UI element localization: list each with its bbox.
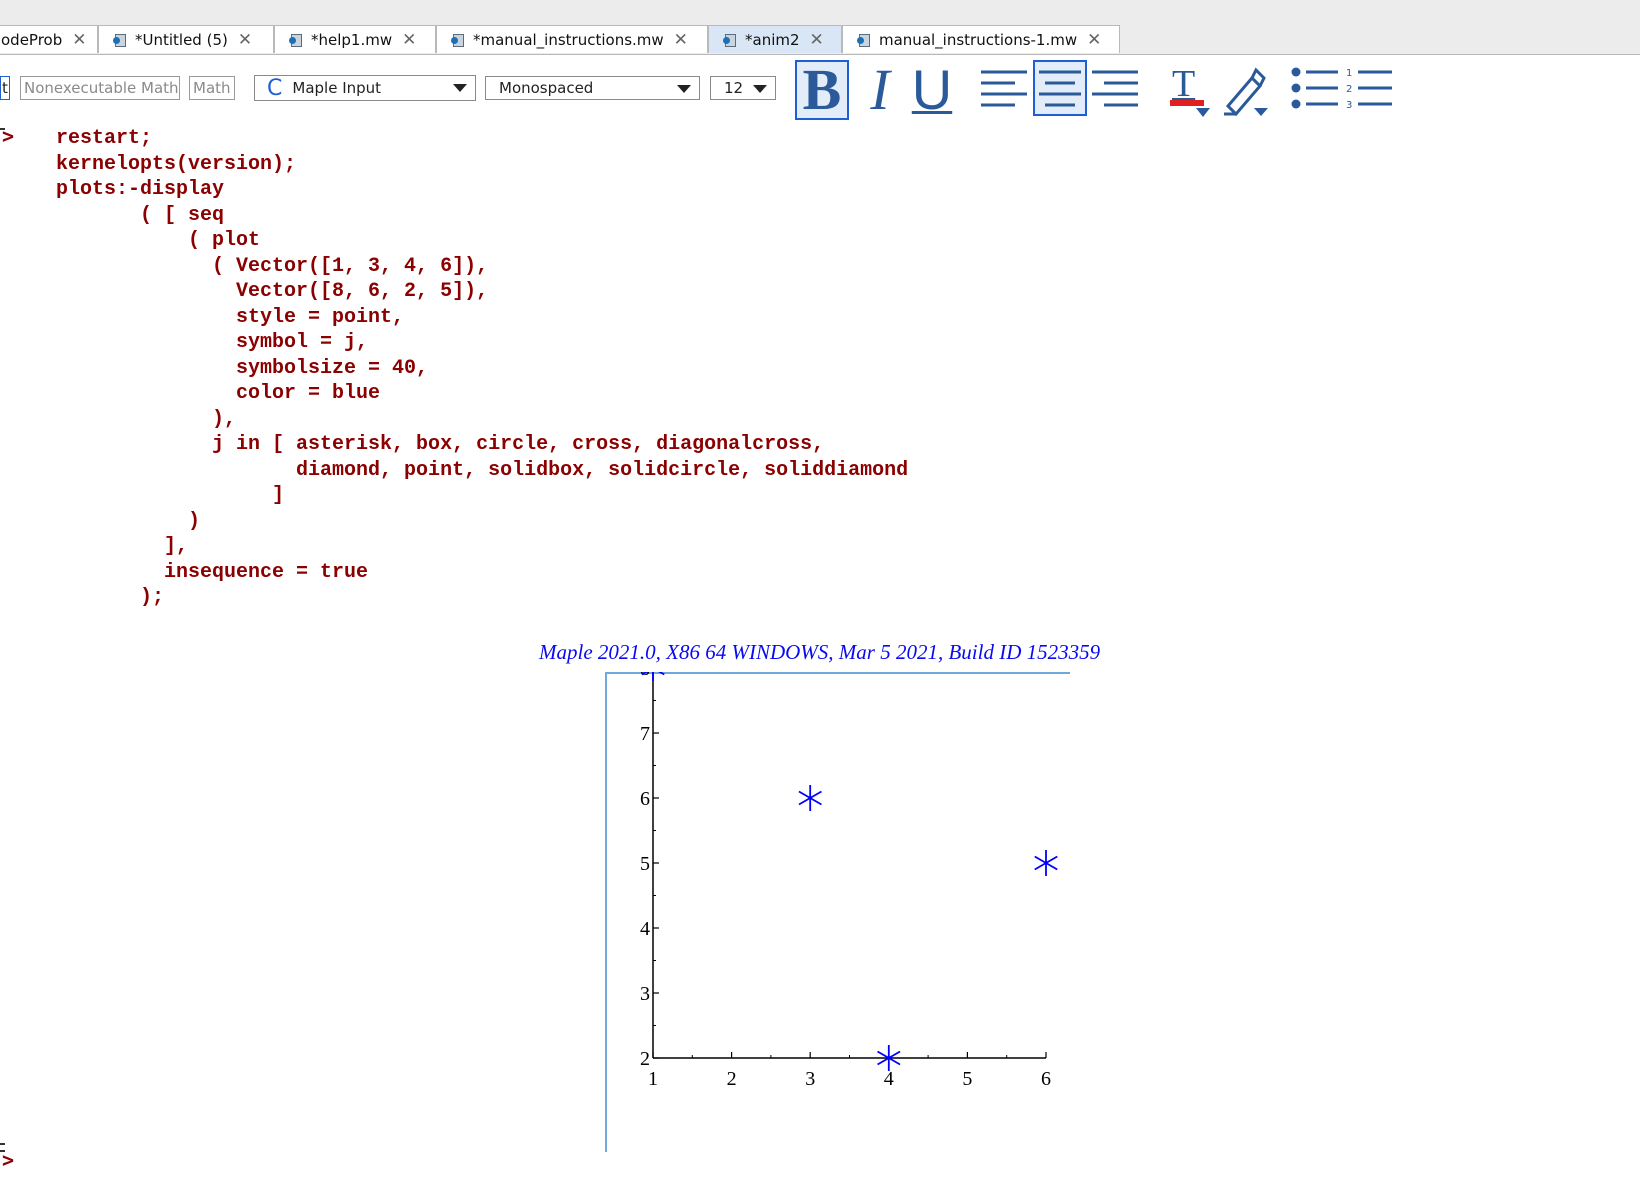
- y-tick-label: 3: [640, 983, 650, 1005]
- bold-button[interactable]: B: [795, 60, 849, 120]
- italic-icon: I: [870, 57, 890, 122]
- x-tick-label: 2: [727, 1068, 737, 1090]
- nonexecutable-math-label: Nonexecutable Math: [24, 79, 179, 97]
- tab-odeprob[interactable]: odeProb ✕: [0, 25, 98, 53]
- highlight-icon: [1224, 67, 1268, 117]
- math-mode-label: Math: [193, 79, 231, 97]
- text-mode-label: t: [2, 79, 8, 97]
- y-tick-label: 5: [640, 853, 650, 875]
- font-size-select[interactable]: 12: [710, 76, 776, 100]
- align-right-icon: [1092, 70, 1138, 107]
- chevron-down-icon: [753, 85, 767, 93]
- x-tick-label: 5: [962, 1068, 972, 1090]
- bullet-list-button[interactable]: [1288, 62, 1342, 114]
- chevron-down-icon: [677, 85, 691, 93]
- text-color-swatch: [1170, 100, 1204, 106]
- align-left-button[interactable]: [978, 62, 1030, 114]
- svg-text:1: 1: [1346, 68, 1352, 79]
- scatter-plot[interactable]: 1234562345678: [605, 655, 1075, 1152]
- style-select-value: Maple Input: [292, 79, 382, 97]
- x-tick-label: 6: [1041, 1068, 1051, 1090]
- close-icon[interactable]: ✕: [1087, 30, 1101, 50]
- y-tick-label: 6: [640, 788, 650, 810]
- tab-label: *help1.mw: [311, 30, 393, 49]
- format-toolbar: t Nonexecutable Math Math C Maple Input …: [0, 55, 1640, 125]
- nonexecutable-math-button[interactable]: Nonexecutable Math: [20, 76, 180, 100]
- highlight-button[interactable]: [1218, 60, 1270, 120]
- close-icon[interactable]: ✕: [238, 30, 252, 50]
- document-tab-bar: odeProb ✕ *Untitled (5) ✕ *help1.mw ✕ *m…: [0, 0, 1640, 55]
- close-icon[interactable]: ✕: [72, 30, 86, 50]
- style-select[interactable]: C Maple Input: [254, 75, 476, 101]
- svg-text:2: 2: [1346, 84, 1352, 95]
- next-input-prompt[interactable]: >: [2, 1148, 14, 1172]
- font-select[interactable]: Monospaced: [485, 76, 700, 100]
- align-center-icon: [1039, 70, 1081, 107]
- align-right-button[interactable]: [1089, 62, 1141, 114]
- align-left-icon: [981, 70, 1027, 107]
- data-point: [1034, 850, 1058, 876]
- version-output: Maple 2021.0, X86 64 WINDOWS, Mar 5 2021…: [539, 640, 1101, 664]
- tab-label: manual_instructions-1.mw: [879, 30, 1078, 49]
- tab-help1[interactable]: *help1.mw ✕: [274, 25, 436, 53]
- tab-untitled-5[interactable]: *Untitled (5) ✕: [98, 25, 274, 53]
- numbered-list-button[interactable]: 1 2 3: [1342, 62, 1396, 114]
- tab-label: *manual_instructions.mw: [473, 30, 664, 49]
- underline-icon: U: [911, 58, 953, 121]
- svg-text:3: 3: [1346, 100, 1352, 111]
- tab-label: odeProb: [1, 30, 63, 49]
- input-prompt[interactable]: >: [2, 124, 14, 148]
- maple-document-icon: [289, 33, 303, 47]
- data-point: [798, 785, 822, 811]
- maple-document-icon: [723, 33, 737, 47]
- tab-manual-instructions[interactable]: *manual_instructions.mw ✕: [436, 25, 708, 53]
- tab-label: *anim2: [745, 30, 800, 49]
- tab-anim2[interactable]: *anim2 ✕: [708, 25, 842, 53]
- bold-icon: B: [802, 57, 842, 122]
- maple-document-icon: [113, 33, 127, 47]
- text-mode-button[interactable]: t: [0, 76, 10, 100]
- x-tick-label: 4: [884, 1068, 894, 1090]
- close-icon[interactable]: ✕: [810, 30, 824, 50]
- bullet-list-icon: [1291, 67, 1338, 109]
- maple-document-icon: [451, 33, 465, 47]
- close-icon[interactable]: ✕: [402, 30, 416, 50]
- text-color-button[interactable]: T: [1163, 60, 1213, 120]
- numbered-list-icon: 1 2 3: [1346, 68, 1392, 111]
- font-size-value: 12: [724, 79, 744, 97]
- tab-manual-instructions-1[interactable]: manual_instructions-1.mw ✕: [842, 25, 1120, 53]
- x-tick-label: 1: [648, 1068, 658, 1090]
- maple-document-icon: [857, 33, 871, 47]
- math-mode-button[interactable]: Math: [189, 76, 235, 100]
- y-tick-label: 4: [640, 918, 650, 940]
- italic-button[interactable]: I: [857, 60, 903, 120]
- plot-region[interactable]: 1234562345678: [605, 655, 1075, 1156]
- underline-button[interactable]: U: [905, 60, 959, 120]
- character-style-icon: C: [267, 75, 283, 101]
- y-tick-label: 7: [640, 723, 650, 745]
- x-tick-label: 3: [805, 1068, 815, 1090]
- align-center-button[interactable]: [1033, 60, 1087, 116]
- font-select-value: Monospaced: [499, 79, 594, 97]
- tab-label: *Untitled (5): [135, 30, 228, 49]
- chevron-down-icon: [453, 84, 467, 92]
- worksheet: > restart; kernelopts(version); plots:-d…: [0, 124, 1640, 1181]
- y-tick-label: 2: [640, 1048, 650, 1070]
- chevron-down-icon: [1196, 108, 1210, 117]
- maple-input-code[interactable]: restart; kernelopts(version); plots:-dis…: [56, 126, 908, 611]
- close-icon[interactable]: ✕: [674, 30, 688, 50]
